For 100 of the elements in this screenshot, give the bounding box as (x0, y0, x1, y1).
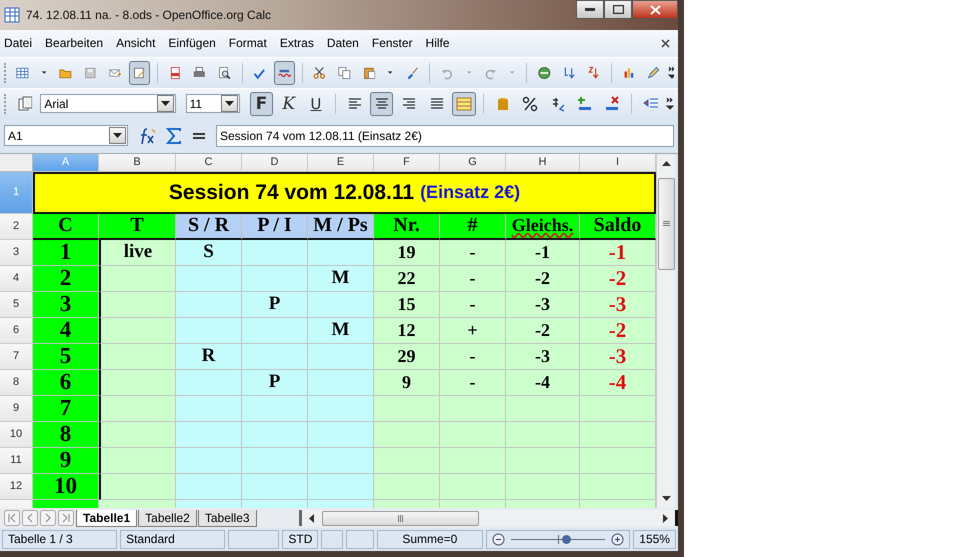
column-header[interactable]: E (308, 154, 374, 172)
table-cell: + (440, 318, 506, 344)
menu-item[interactable]: Extras (280, 36, 314, 50)
column-heading-cell: Nr. (374, 214, 440, 240)
table-cell: -3 (580, 344, 656, 370)
toolbar-overflow-icon[interactable] (668, 64, 674, 81)
table-cell (374, 396, 440, 422)
zoom-in-icon[interactable] (611, 533, 624, 546)
font-size-field[interactable]: 11 (186, 94, 240, 114)
bold-button[interactable]: F (250, 92, 274, 116)
table-cell: -2 (506, 266, 580, 292)
row-header[interactable]: 5 (0, 292, 33, 318)
scroll-up-icon[interactable] (662, 160, 670, 166)
horizontal-scrollbar[interactable] (298, 510, 678, 526)
column-header[interactable]: B (99, 154, 176, 172)
status-field (346, 530, 374, 550)
sheet-tab[interactable]: Tabelle1 (76, 510, 138, 527)
dropdown-arrow-icon[interactable] (160, 101, 170, 106)
scroll-left-icon[interactable] (308, 514, 314, 523)
font-name-field[interactable]: Arial (40, 94, 176, 114)
edit-icon[interactable] (129, 60, 150, 85)
table-cell (374, 448, 440, 474)
table-cell (308, 370, 374, 396)
table-cell: 29 (374, 344, 440, 370)
zoom-slider-thumb[interactable] (562, 535, 571, 544)
sheet-navigation-icon[interactable] (58, 510, 74, 526)
sheet-tab[interactable]: Tabelle2 (138, 510, 197, 527)
scroll-right-icon[interactable] (663, 514, 669, 523)
minimize-button[interactable] (576, 0, 604, 19)
align-center-icon[interactable] (370, 92, 394, 116)
underline-button[interactable]: U (304, 92, 328, 116)
dropdown-arrow-icon[interactable] (113, 133, 122, 138)
column-header[interactable]: H (506, 154, 580, 172)
row-header[interactable]: 12 (0, 474, 33, 500)
row-header[interactable]: 3 (0, 240, 33, 266)
close-button[interactable] (632, 0, 678, 19)
row-header[interactable]: 2 (0, 214, 33, 240)
close-icon[interactable] (661, 38, 670, 48)
table-cell: -2 (580, 318, 656, 344)
autospellcheck-icon[interactable] (274, 60, 295, 85)
table-cell: 2 (33, 266, 99, 292)
column-heading-cell: Saldo (580, 214, 656, 240)
column-heading-cell: C (33, 214, 99, 240)
menu-item[interactable]: Hilfe (426, 36, 450, 50)
name-box[interactable]: A1 (4, 125, 128, 146)
menu-item[interactable]: Fenster (372, 36, 413, 50)
row-header[interactable]: 11 (0, 448, 33, 474)
column-header[interactable]: I (580, 154, 656, 172)
column-header[interactable]: G (440, 154, 506, 172)
scrollbar-thumb[interactable] (658, 178, 674, 270)
sheet-navigation-icon[interactable] (22, 510, 38, 526)
menu-item[interactable]: Daten (326, 36, 359, 50)
status-field (321, 530, 344, 550)
sheet-navigation-icon[interactable] (4, 510, 20, 526)
table-cell: P (242, 292, 308, 318)
column-header[interactable]: D (242, 154, 308, 172)
row-header[interactable]: 6 (0, 318, 33, 344)
toolbar-overflow-icon[interactable] (666, 96, 674, 112)
table-cell: 12 (374, 318, 440, 344)
table-cell: -2 (580, 266, 656, 292)
selection-mode-indicator[interactable]: STD (282, 530, 318, 550)
vertical-scrollbar[interactable] (656, 154, 675, 508)
table-cell (242, 266, 308, 292)
scrollbar-thumb[interactable] (322, 510, 479, 526)
window-title: 74. 12.08.11 na. - 8.ods - OpenOffice.org Calc (26, 8, 272, 22)
scroll-down-icon[interactable] (662, 496, 670, 502)
row-header[interactable]: 8 (0, 370, 33, 396)
menu-item[interactable]: Bearbeiten (45, 36, 104, 50)
sheet-navigation-icon[interactable] (40, 510, 56, 526)
table-cell: - (440, 370, 506, 396)
table-cell (308, 422, 374, 448)
merge-cells-icon[interactable] (452, 92, 476, 116)
menu-item[interactable]: Format (228, 36, 267, 50)
table-cell: -2 (506, 318, 580, 344)
italic-button[interactable]: K (277, 92, 300, 116)
function-wizard-icon[interactable] (138, 128, 156, 144)
column-header[interactable]: F (374, 154, 440, 172)
table-cell (242, 448, 308, 474)
table-cell (440, 396, 506, 422)
minimize-icon (585, 8, 595, 12)
sum-icon[interactable] (166, 128, 182, 144)
row-header[interactable]: 7 (0, 344, 33, 370)
table-cell (176, 370, 242, 396)
menu-item[interactable]: Datei (4, 36, 32, 50)
sheet-tab[interactable]: Tabelle3 (198, 510, 257, 527)
title-cell: Session 74 vom 12.08.11 (Einsatz 2€) (33, 172, 656, 214)
column-header[interactable]: C (176, 154, 242, 172)
zoom-percentage[interactable]: 155% (633, 530, 676, 550)
dropdown-arrow-icon[interactable] (224, 101, 234, 106)
formula-input[interactable]: Session 74 vom 12.08.11 (Einsatz 2€) (216, 124, 674, 147)
menu-item[interactable]: Ansicht (116, 36, 156, 50)
row-header[interactable]: 10 (0, 422, 33, 448)
table-cell (176, 292, 242, 318)
table-cell (176, 474, 242, 500)
zoom-out-icon[interactable] (492, 533, 505, 546)
row-header[interactable]: 9 (0, 396, 33, 422)
maximize-button[interactable] (604, 0, 632, 19)
column-heading-cell: M / Ps (308, 214, 374, 240)
row-header[interactable]: 4 (0, 266, 33, 292)
menu-item[interactable]: Einfügen (168, 36, 216, 50)
